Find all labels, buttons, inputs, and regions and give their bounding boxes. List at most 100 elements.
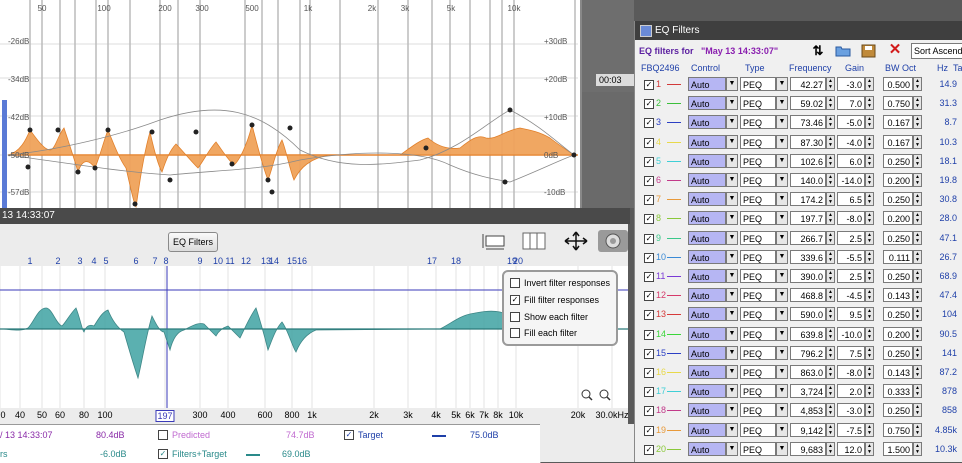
bw-spinner[interactable]: ▲ ▼: [913, 96, 922, 111]
filter-type-select[interactable]: PEQ: [740, 173, 776, 187]
gain-spinner[interactable]: ▲ ▼: [865, 249, 874, 264]
filter-frequency-field[interactable]: 87.30: [790, 134, 826, 149]
filter-control-select[interactable]: Auto: [688, 192, 726, 207]
filter-bw-field[interactable]: 0.111: [883, 249, 913, 264]
fill-filter-option[interactable]: ✓ Fill filter responses: [510, 293, 599, 307]
filter-control-select[interactable]: Auto: [688, 249, 726, 264]
gain-spinner[interactable]: ▲ ▼: [865, 211, 874, 226]
filter-gain-field[interactable]: 7.0: [837, 96, 865, 111]
filter-control-select[interactable]: Auto: [688, 422, 726, 437]
gain-spinner[interactable]: ▲ ▼: [865, 422, 874, 437]
gain-spinner[interactable]: ▲ ▼: [865, 403, 874, 418]
filter-enable-checkbox[interactable]: ✓: [644, 387, 654, 398]
bw-spinner[interactable]: ▲ ▼: [913, 288, 922, 303]
bw-spinner[interactable]: ▲ ▼: [913, 326, 922, 341]
chevron-down-icon[interactable]: ▼: [726, 288, 738, 303]
bw-spinner[interactable]: ▲ ▼: [913, 422, 922, 437]
frequency-spinner[interactable]: ▲ ▼: [826, 441, 835, 456]
filter-enable-checkbox[interactable]: ✓: [644, 80, 654, 90]
filter-bw-field[interactable]: 0.250: [883, 403, 913, 418]
filter-gain-field[interactable]: 2.0: [837, 384, 865, 399]
filter-bw-field[interactable]: 0.250: [883, 192, 913, 207]
filter-type-select[interactable]: PEQ: [740, 307, 776, 322]
frequency-spinner[interactable]: ▲ ▼: [826, 249, 835, 264]
chevron-down-icon[interactable]: ▼: [726, 269, 738, 283]
filter-frequency-field[interactable]: 73.46: [790, 115, 826, 130]
filter-control-select[interactable]: Auto: [688, 230, 726, 245]
chevron-down-icon[interactable]: ▼: [726, 77, 738, 91]
chevron-down-icon[interactable]: ▼: [776, 307, 788, 322]
filter-control-select[interactable]: Auto: [688, 173, 726, 187]
filter-bw-field[interactable]: 0.200: [883, 326, 913, 341]
chevron-down-icon[interactable]: ▼: [726, 403, 738, 418]
filter-bw-field[interactable]: 0.250: [883, 345, 913, 360]
filter-frequency-field[interactable]: 9,142: [790, 422, 826, 437]
filter-control-select[interactable]: Auto: [688, 403, 726, 418]
filter-gain-field[interactable]: 12.0: [837, 441, 865, 456]
gain-spinner[interactable]: ▲ ▼: [865, 384, 874, 399]
bw-spinner[interactable]: ▲ ▼: [913, 134, 922, 149]
filter-frequency-field[interactable]: 102.6: [790, 153, 826, 168]
filter-bw-field[interactable]: 0.750: [883, 96, 913, 111]
filter-control-select[interactable]: Auto: [688, 96, 726, 111]
filter-bw-field[interactable]: 0.250: [883, 269, 913, 283]
bw-spinner[interactable]: ▲ ▼: [913, 403, 922, 418]
gain-spinner[interactable]: ▲ ▼: [865, 96, 874, 111]
filter-gain-field[interactable]: 6.5: [837, 192, 865, 207]
bw-spinner[interactable]: ▲ ▼: [913, 192, 922, 207]
gain-spinner[interactable]: ▲ ▼: [865, 115, 874, 130]
fill-filter-checkbox[interactable]: ✓: [510, 294, 520, 305]
chevron-down-icon[interactable]: ▼: [726, 153, 738, 168]
bw-spinner[interactable]: ▲ ▼: [913, 384, 922, 399]
filter-bw-field[interactable]: 1.500: [883, 441, 913, 456]
bw-spinner[interactable]: ▲ ▼: [913, 269, 922, 283]
frequency-spinner[interactable]: ▲ ▼: [826, 403, 835, 418]
sort-dropdown[interactable]: Sort Ascend: [911, 43, 962, 59]
filter-enable-checkbox[interactable]: ✓: [644, 310, 654, 321]
filter-enable-checkbox[interactable]: ✓: [644, 348, 654, 359]
filter-type-select[interactable]: PEQ: [740, 249, 776, 264]
filter-enable-checkbox[interactable]: ✓: [644, 156, 654, 167]
frequency-spinner[interactable]: ▲ ▼: [826, 307, 835, 322]
chevron-down-icon[interactable]: ▼: [776, 96, 788, 111]
chevron-down-icon[interactable]: ▼: [726, 230, 738, 245]
filter-gain-field[interactable]: -4.5: [837, 288, 865, 303]
frequency-spinner[interactable]: ▲ ▼: [826, 192, 835, 207]
fill-each-checkbox[interactable]: [510, 327, 520, 338]
chevron-down-icon[interactable]: ▼: [776, 249, 788, 264]
filter-type-select[interactable]: PEQ: [740, 192, 776, 207]
filter-type-select[interactable]: PEQ: [740, 96, 776, 111]
chevron-down-icon[interactable]: ▼: [776, 153, 788, 168]
filter-type-select[interactable]: PEQ: [740, 134, 776, 149]
chevron-down-icon[interactable]: ▼: [776, 384, 788, 399]
chevron-down-icon[interactable]: ▼: [776, 115, 788, 130]
frequency-spinner[interactable]: ▲ ▼: [826, 345, 835, 360]
filter-control-select[interactable]: Auto: [688, 153, 726, 168]
filter-type-select[interactable]: PEQ: [740, 269, 776, 283]
filter-type-select[interactable]: PEQ: [740, 153, 776, 168]
filter-control-select[interactable]: Auto: [688, 384, 726, 399]
filter-enable-checkbox[interactable]: ✓: [644, 252, 654, 263]
filter-frequency-field[interactable]: 140.0: [790, 173, 826, 187]
filter-gain-field[interactable]: 6.0: [837, 153, 865, 168]
filter-bw-field[interactable]: 0.143: [883, 365, 913, 379]
bw-spinner[interactable]: ▲ ▼: [913, 230, 922, 245]
filter-frequency-field[interactable]: 197.7: [790, 211, 826, 226]
filter-frequency-field[interactable]: 9,683: [790, 441, 826, 456]
filter-gain-field[interactable]: -8.0: [837, 365, 865, 379]
chevron-down-icon[interactable]: ▼: [726, 365, 738, 379]
filter-type-select[interactable]: PEQ: [740, 288, 776, 303]
filter-bw-field[interactable]: 0.167: [883, 115, 913, 130]
filter-type-select[interactable]: PEQ: [740, 115, 776, 130]
filter-frequency-field[interactable]: 266.7: [790, 230, 826, 245]
filter-bw-field[interactable]: 0.167: [883, 134, 913, 149]
filter-control-select[interactable]: Auto: [688, 288, 726, 303]
filter-frequency-field[interactable]: 639.8: [790, 326, 826, 341]
frequency-spinner[interactable]: ▲ ▼: [826, 365, 835, 379]
show-each-checkbox[interactable]: [510, 311, 520, 322]
filter-gain-field[interactable]: -4.0: [837, 134, 865, 149]
chevron-down-icon[interactable]: ▼: [726, 384, 738, 399]
bw-spinner[interactable]: ▲ ▼: [913, 441, 922, 456]
bw-spinner[interactable]: ▲ ▼: [913, 173, 922, 187]
filter-enable-checkbox[interactable]: ✓: [644, 272, 654, 282]
